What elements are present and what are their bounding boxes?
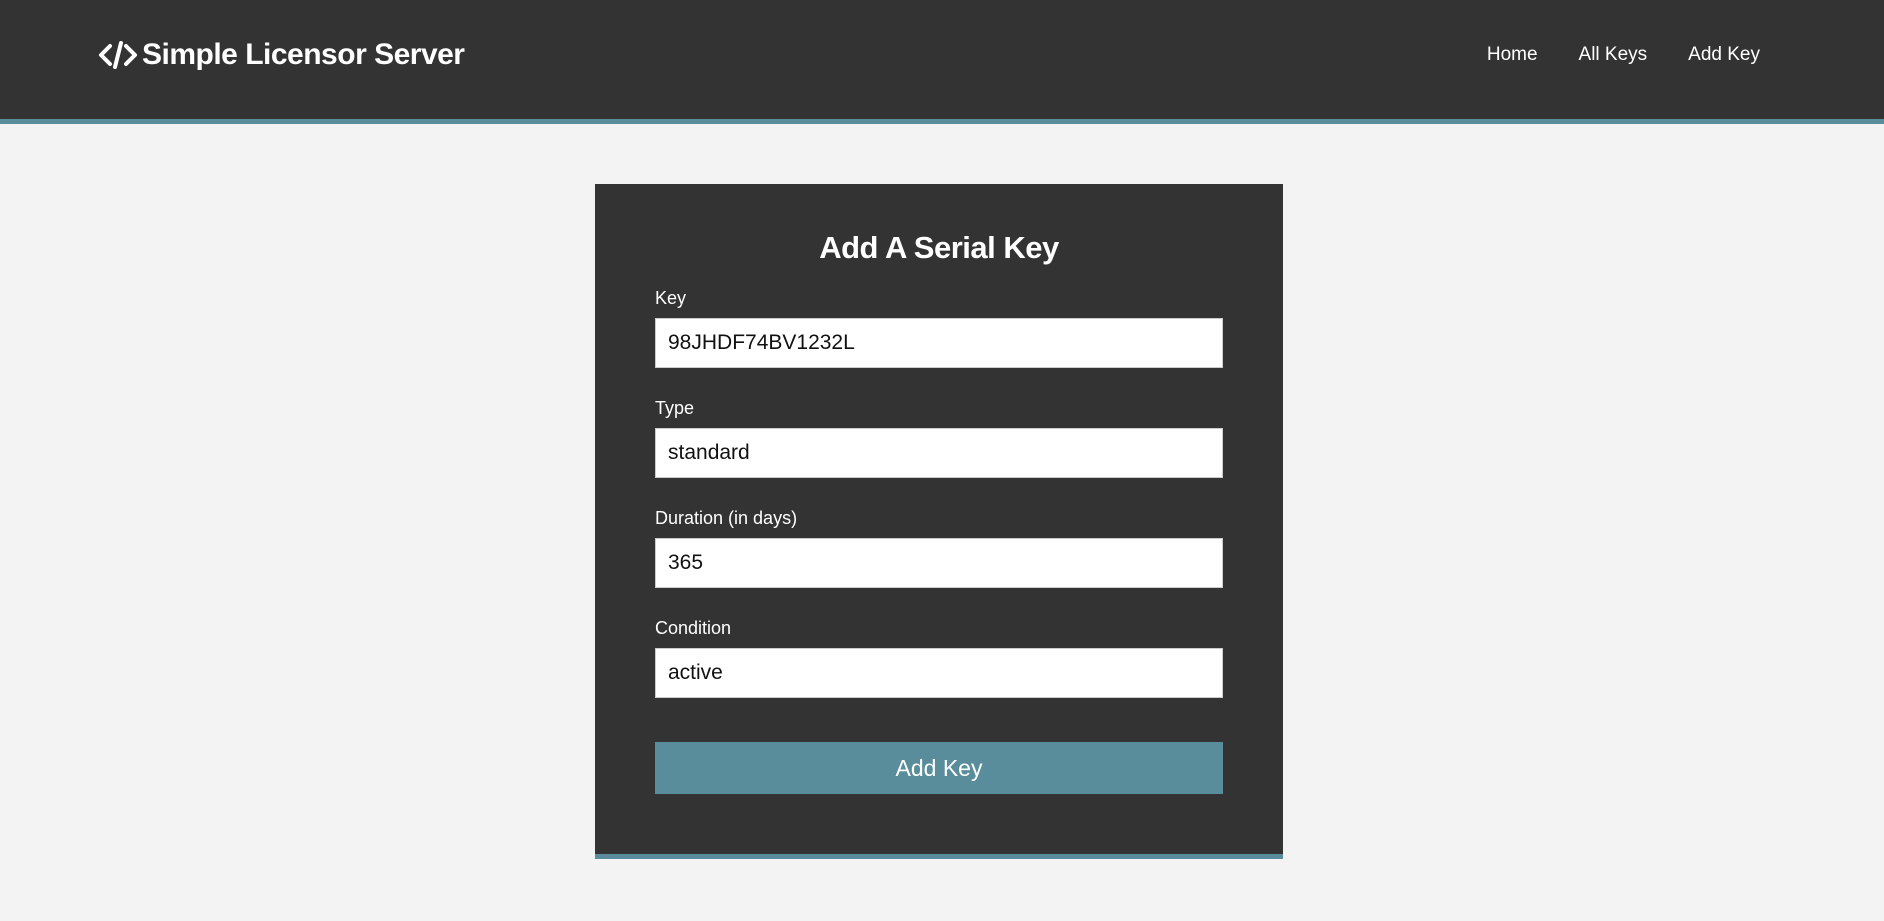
form-title: Add A Serial Key [819, 230, 1059, 265]
add-key-button[interactable]: Add Key [655, 742, 1223, 794]
brand-title: Simple Licensor Server [142, 38, 465, 71]
top-navbar: Simple Licensor Server Home All Keys Add… [0, 0, 1884, 124]
key-label: Key [655, 288, 687, 308]
nav-all-keys[interactable]: All Keys [1579, 44, 1648, 66]
key-input[interactable] [655, 318, 1223, 368]
nav-add-key[interactable]: Add Key [1688, 44, 1760, 66]
type-input[interactable] [655, 428, 1223, 478]
code-icon [98, 39, 138, 71]
type-label: Type [655, 398, 695, 418]
duration-label: Duration (in days) [655, 508, 798, 528]
nav-home[interactable]: Home [1487, 44, 1538, 66]
main-nav: Home All Keys Add Key [1446, 44, 1760, 66]
add-key-form: Add A Serial Key Key Type Duration (in d… [595, 184, 1283, 859]
duration-input[interactable] [655, 538, 1223, 588]
condition-input[interactable] [655, 648, 1223, 698]
condition-label: Condition [655, 618, 732, 638]
brand-link[interactable]: Simple Licensor Server [98, 38, 465, 72]
